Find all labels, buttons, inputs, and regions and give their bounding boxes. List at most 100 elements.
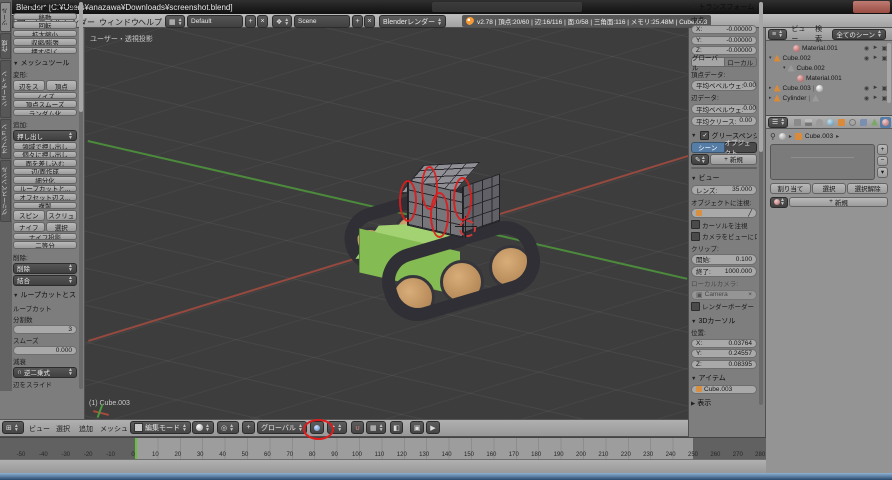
eye-icon[interactable]: ◉: [862, 55, 871, 62]
menu-mesh[interactable]: メッシュ: [100, 424, 128, 434]
panel-header-loopcut[interactable]: ▼ループカットとスラ: [13, 290, 77, 300]
delete-layout-button[interactable]: ×: [257, 15, 268, 28]
tab-data[interactable]: [869, 117, 880, 128]
button-extrude-region[interactable]: 領域で押し出し: [13, 142, 77, 149]
panel-header-display[interactable]: ▶表示: [691, 398, 757, 407]
outliner-row-object[interactable]: ▾ Cube.002 ◉►▣: [769, 53, 889, 63]
menu-window[interactable]: ウィンドウ: [99, 17, 139, 28]
outliner-row-active-object[interactable]: ▸ Cube.003 | ◉►▣: [769, 83, 889, 93]
button-loop-cut-slide[interactable]: ループカットと...: [13, 185, 77, 192]
field-cursor-y[interactable]: Y:0.24557: [691, 349, 757, 358]
field-cursor-x[interactable]: X:0.03764: [691, 339, 757, 348]
field-lens[interactable]: レンズ:35.000: [691, 185, 757, 196]
field-clip-end[interactable]: 終了:1000.000: [691, 266, 757, 277]
gpencil-new-button[interactable]: +新規: [710, 154, 757, 165]
expand-icon[interactable]: ▾: [783, 65, 786, 71]
button-rotate[interactable]: 回転: [13, 21, 77, 28]
field-cursor-z[interactable]: Z:0.08395: [691, 360, 757, 369]
viewport-3d[interactable]: ユーザー・透視投影 (1) Cube.003: [85, 28, 688, 419]
tab-scene[interactable]: [814, 117, 825, 128]
merge-dropdown[interactable]: 結合▲▼: [13, 275, 77, 286]
field-median-x[interactable]: X:-0.00000: [691, 25, 757, 34]
properties-editor-type[interactable]: ☰▲▼: [768, 117, 788, 128]
button-smooth-vertex[interactable]: 頂点スムーズ: [13, 100, 77, 107]
tab-constraints[interactable]: [847, 117, 858, 128]
outliner-row-cylinder[interactable]: ▸ Cylinder | ◉►▣: [769, 93, 889, 103]
shelf-scrollbar-thumb[interactable]: [79, 2, 83, 112]
render-engine-dropdown[interactable]: Blenderレンダー▲▼: [379, 15, 446, 28]
shelf-tab-grease-pencil[interactable]: グリースペンシル: [0, 160, 11, 222]
add-layout-button[interactable]: +: [245, 15, 256, 28]
pivot-point-dropdown[interactable]: ◎▲▼: [217, 421, 239, 434]
button-bisect[interactable]: 二等分: [13, 241, 77, 248]
field-bevel-weight-edge[interactable]: 平均ベベルウェ:0.00: [691, 104, 757, 115]
tab-material[interactable]: [880, 117, 891, 128]
delete-scene-button[interactable]: ×: [364, 15, 375, 28]
tab-render[interactable]: [792, 117, 803, 128]
toggle-gp-scene[interactable]: シーン: [691, 142, 725, 153]
button-shrink-fatten[interactable]: 収縮/膨張: [13, 38, 77, 45]
assign-button[interactable]: 割り当て: [770, 183, 811, 194]
opengl-render-button[interactable]: ▣: [410, 421, 424, 434]
button-offset-edge-slide[interactable]: オフセット辺ス...: [13, 193, 77, 200]
field-number-of-cuts[interactable]: 3: [13, 325, 77, 334]
gpencil-new-layer-button[interactable]: 新規レイヤー: [691, 167, 757, 169]
button-knife-project[interactable]: ナイフ投影: [13, 233, 77, 240]
viewport-shading-dropdown[interactable]: ▲▼: [192, 421, 214, 434]
material-new-button[interactable]: +新規: [789, 197, 888, 208]
snap-target-button[interactable]: ◧: [390, 421, 403, 434]
field-lock-object[interactable]: ╱: [691, 208, 757, 218]
outliner-row-meshdata[interactable]: ▾ Cube.002: [769, 63, 889, 73]
scene-icon-dropdown[interactable]: ❖▲▼: [272, 15, 292, 28]
field-median-y[interactable]: Y:-0.00000: [691, 36, 757, 45]
button-duplicate[interactable]: 複製: [13, 202, 77, 209]
cursor-icon[interactable]: ►: [871, 95, 880, 102]
panel-header-3d-cursor[interactable]: ▼3Dカーソル: [691, 316, 757, 326]
snap-element-dropdown[interactable]: ▦▲▼: [366, 421, 386, 434]
menu-select[interactable]: 選択: [56, 424, 70, 434]
opengl-render-anim-button[interactable]: ▶: [426, 421, 440, 434]
button-screw[interactable]: スクリュ: [46, 210, 78, 221]
button-push-pull[interactable]: 押す/引く: [13, 47, 77, 54]
button-knife-select[interactable]: 選択: [46, 222, 78, 233]
outliner-filter-dropdown[interactable]: 全てのシーン▲▼: [832, 29, 886, 40]
button-noise[interactable]: ノイズ: [13, 92, 77, 99]
tab-modifiers[interactable]: [858, 117, 869, 128]
gpencil-checkbox[interactable]: ✓: [700, 131, 709, 140]
outliner-row-material2[interactable]: Material.001: [769, 73, 889, 83]
select-button[interactable]: 選択: [812, 183, 846, 194]
npanel-scrollbar-thumb[interactable]: [759, 2, 763, 152]
shelf-tab-tools[interactable]: ツール: [0, 2, 11, 32]
menu-view[interactable]: ビュー: [29, 424, 50, 434]
slot-remove-button[interactable]: −: [877, 156, 888, 167]
gpencil-draw-dropdown[interactable]: ✎▲▼: [691, 154, 709, 165]
deselect-button[interactable]: 選択解除: [847, 183, 888, 194]
extrude-dropdown[interactable]: 押し出し▲▼: [13, 130, 77, 141]
expand-icon[interactable]: ▾: [769, 55, 772, 61]
add-scene-button[interactable]: +: [352, 15, 363, 28]
eye-icon[interactable]: ◉: [862, 85, 871, 92]
outliner-row-material[interactable]: Material.001 ◉►▣: [769, 43, 889, 53]
field-local-camera[interactable]: ▣Camera×: [691, 290, 757, 300]
button-randomize[interactable]: ランダム化: [13, 109, 77, 116]
field-clip-start[interactable]: 開始:0.100: [691, 254, 757, 265]
falloff-dropdown[interactable]: ∩逆二乗式▲▼: [13, 367, 77, 378]
outliner-editor-type[interactable]: ≡▲▼: [768, 29, 787, 40]
cursor-icon[interactable]: ►: [871, 85, 880, 92]
panel-header-item[interactable]: ▼アイテム: [691, 373, 757, 383]
toggle-local[interactable]: ローカル: [725, 57, 758, 68]
field-crease[interactable]: 平均クリース:0.00: [691, 116, 757, 127]
panel-header-mesh-tools[interactable]: ▼メッシュツール: [13, 58, 77, 68]
field-smoothness[interactable]: 0.000: [13, 346, 77, 355]
eye-icon[interactable]: ◉: [862, 45, 871, 52]
tab-world[interactable]: [825, 117, 836, 128]
expand-icon[interactable]: ▸: [769, 95, 772, 101]
button-make-edge-face[interactable]: 辺/面作成: [13, 168, 77, 175]
button-inset-faces[interactable]: 面を差し込む: [13, 159, 77, 166]
view3d-editor-type[interactable]: ⊞▲▼: [2, 421, 24, 434]
tab-render-layers[interactable]: [803, 117, 814, 128]
button-edge-slide[interactable]: 辺をス: [13, 80, 45, 91]
checkbox-lock-cursor[interactable]: カーソルを注視: [691, 220, 757, 230]
field-bevel-weight-vertex[interactable]: 平均ベベルウェ:0.00: [691, 80, 757, 91]
menu-help[interactable]: ヘルプ: [138, 17, 162, 28]
